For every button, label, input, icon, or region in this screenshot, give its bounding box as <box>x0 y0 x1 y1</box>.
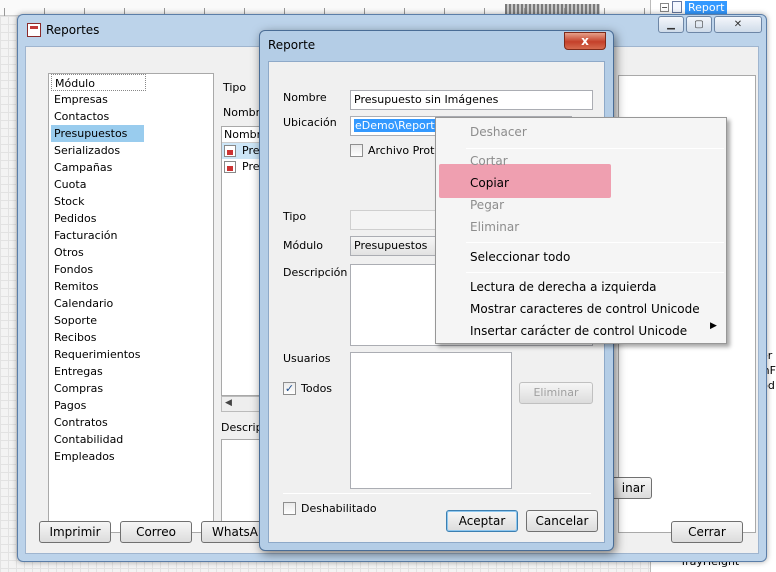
tipo-label: Tipo <box>283 210 307 223</box>
ruler-tick <box>4 8 5 16</box>
list-item[interactable]: Calendario <box>51 295 144 312</box>
module-list[interactable]: Módulo Empresas Contactos Presupuestos Seria… <box>48 73 214 533</box>
check-icon[interactable]: ✓ <box>283 382 296 395</box>
checkbox-label: Deshabilitado <box>301 502 377 515</box>
list-item[interactable]: Cuota <box>51 176 144 193</box>
list-item[interactable]: Compras <box>51 380 144 397</box>
menu-item-cortar[interactable]: Cortar <box>470 151 508 171</box>
list-item[interactable]: Fondos <box>51 261 144 278</box>
list-item[interactable]: Contratos <box>51 414 144 431</box>
list-item[interactable]: Recibos <box>51 329 144 346</box>
menu-separator <box>466 272 724 273</box>
module-list-header[interactable]: Módulo <box>51 74 146 91</box>
imprimir-button[interactable]: Imprimir <box>39 521 111 543</box>
archivo-protegido-checkbox[interactable]: Archivo Proteg <box>350 144 448 157</box>
correo-button[interactable]: Correo <box>120 521 192 543</box>
modulo-label: Módulo <box>283 239 323 252</box>
eliminar-button[interactable]: inar <box>610 477 652 499</box>
checkbox-label: Todos <box>301 382 333 395</box>
menu-item-eliminar[interactable]: Eliminar <box>470 217 519 237</box>
list-item[interactable]: Empleados <box>51 448 144 465</box>
dialog-close-button[interactable]: x <box>564 32 606 50</box>
list-item[interactable]: Entregas <box>51 363 144 380</box>
modulo-value: Presupuestos <box>354 239 428 252</box>
cerrar-button[interactable]: Cerrar <box>671 521 743 543</box>
dialog-title: Reporte <box>268 38 316 52</box>
eliminar-usuario-button[interactable]: Eliminar <box>519 382 593 404</box>
list-item[interactable]: Campañas <box>51 159 144 176</box>
nombre-input[interactable]: Presupuesto sin Imágenes <box>350 90 593 110</box>
list-item[interactable]: Otros <box>51 244 144 261</box>
list-item[interactable]: Presupuestos <box>51 125 144 142</box>
list-item[interactable]: Contabilidad <box>51 431 144 448</box>
tree-collapse-icon[interactable]: − <box>660 2 669 12</box>
window-close-button[interactable]: ✕ <box>714 16 762 33</box>
tipo-label: Tipo <box>223 81 247 94</box>
menu-separator <box>466 148 724 149</box>
list-item[interactable]: Serializados <box>51 142 144 159</box>
submenu-arrow-icon: ▶ <box>710 321 717 331</box>
menu-item-lectura-rtl[interactable]: Lectura de derecha a izquierda <box>470 277 657 297</box>
maximize-button[interactable]: ▢ <box>686 16 712 33</box>
cancelar-button[interactable]: Cancelar <box>526 510 598 532</box>
menu-item-deshacer[interactable]: Deshacer <box>470 122 527 142</box>
checkbox-box[interactable] <box>350 144 363 157</box>
report-icon <box>224 161 236 173</box>
usuarios-list[interactable] <box>350 352 512 489</box>
nombre-label: Nombre <box>283 91 327 104</box>
checkbox-box[interactable] <box>283 502 296 515</box>
descripcion-label: Descripción <box>283 266 348 279</box>
menu-item-seleccionar-todo[interactable]: Seleccionar todo <box>470 247 570 267</box>
list-item[interactable]: Pagos <box>51 397 144 414</box>
close-icon: x <box>581 34 589 48</box>
report-file-icon <box>672 1 682 13</box>
menu-item-mostrar-unicode[interactable]: Mostrar caracteres de control Unicode <box>470 299 700 319</box>
list-item[interactable]: Contactos <box>51 108 144 125</box>
ubicacion-label: Ubicación <box>283 116 337 129</box>
context-menu: Deshacer Cortar Copiar Pegar Eliminar Se… <box>435 117 727 344</box>
divider <box>283 493 591 494</box>
aceptar-button[interactable]: Aceptar <box>446 510 518 532</box>
menu-item-copiar[interactable]: Copiar <box>470 173 509 193</box>
list-item[interactable]: Requerimientos <box>51 346 144 363</box>
menu-item-pegar[interactable]: Pegar <box>470 195 504 215</box>
menu-item-insertar-unicode[interactable]: Insertar carácter de control Unicode <box>470 321 687 341</box>
usuarios-label: Usuarios <box>283 352 331 365</box>
tree-item-label: Report <box>685 0 728 14</box>
list-item[interactable]: Empresas <box>51 91 144 108</box>
app-icon <box>27 23 41 37</box>
list-item[interactable]: Soporte <box>51 312 144 329</box>
report-icon <box>224 145 236 157</box>
tree-item-report[interactable]: − Report <box>660 0 728 14</box>
list-item[interactable]: Pedidos <box>51 210 144 227</box>
scroll-left-icon[interactable]: ◀ <box>225 398 232 408</box>
todos-checkbox[interactable]: ✓ Todos <box>283 382 332 395</box>
deshabilitado-checkbox[interactable]: Deshabilitado <box>283 502 377 515</box>
ubicacion-selected-text[interactable]: eDemo\Reportes <box>354 119 449 132</box>
list-item[interactable]: Facturación <box>51 227 144 244</box>
ruler-scrollbar[interactable] <box>505 4 600 14</box>
list-item[interactable]: Remitos <box>51 278 144 295</box>
menu-separator <box>466 242 724 243</box>
window-title: Reportes <box>46 23 100 37</box>
list-item[interactable]: Stock <box>51 193 144 210</box>
menu-highlight <box>439 164 611 198</box>
minimize-button[interactable]: ▁ <box>658 16 684 33</box>
